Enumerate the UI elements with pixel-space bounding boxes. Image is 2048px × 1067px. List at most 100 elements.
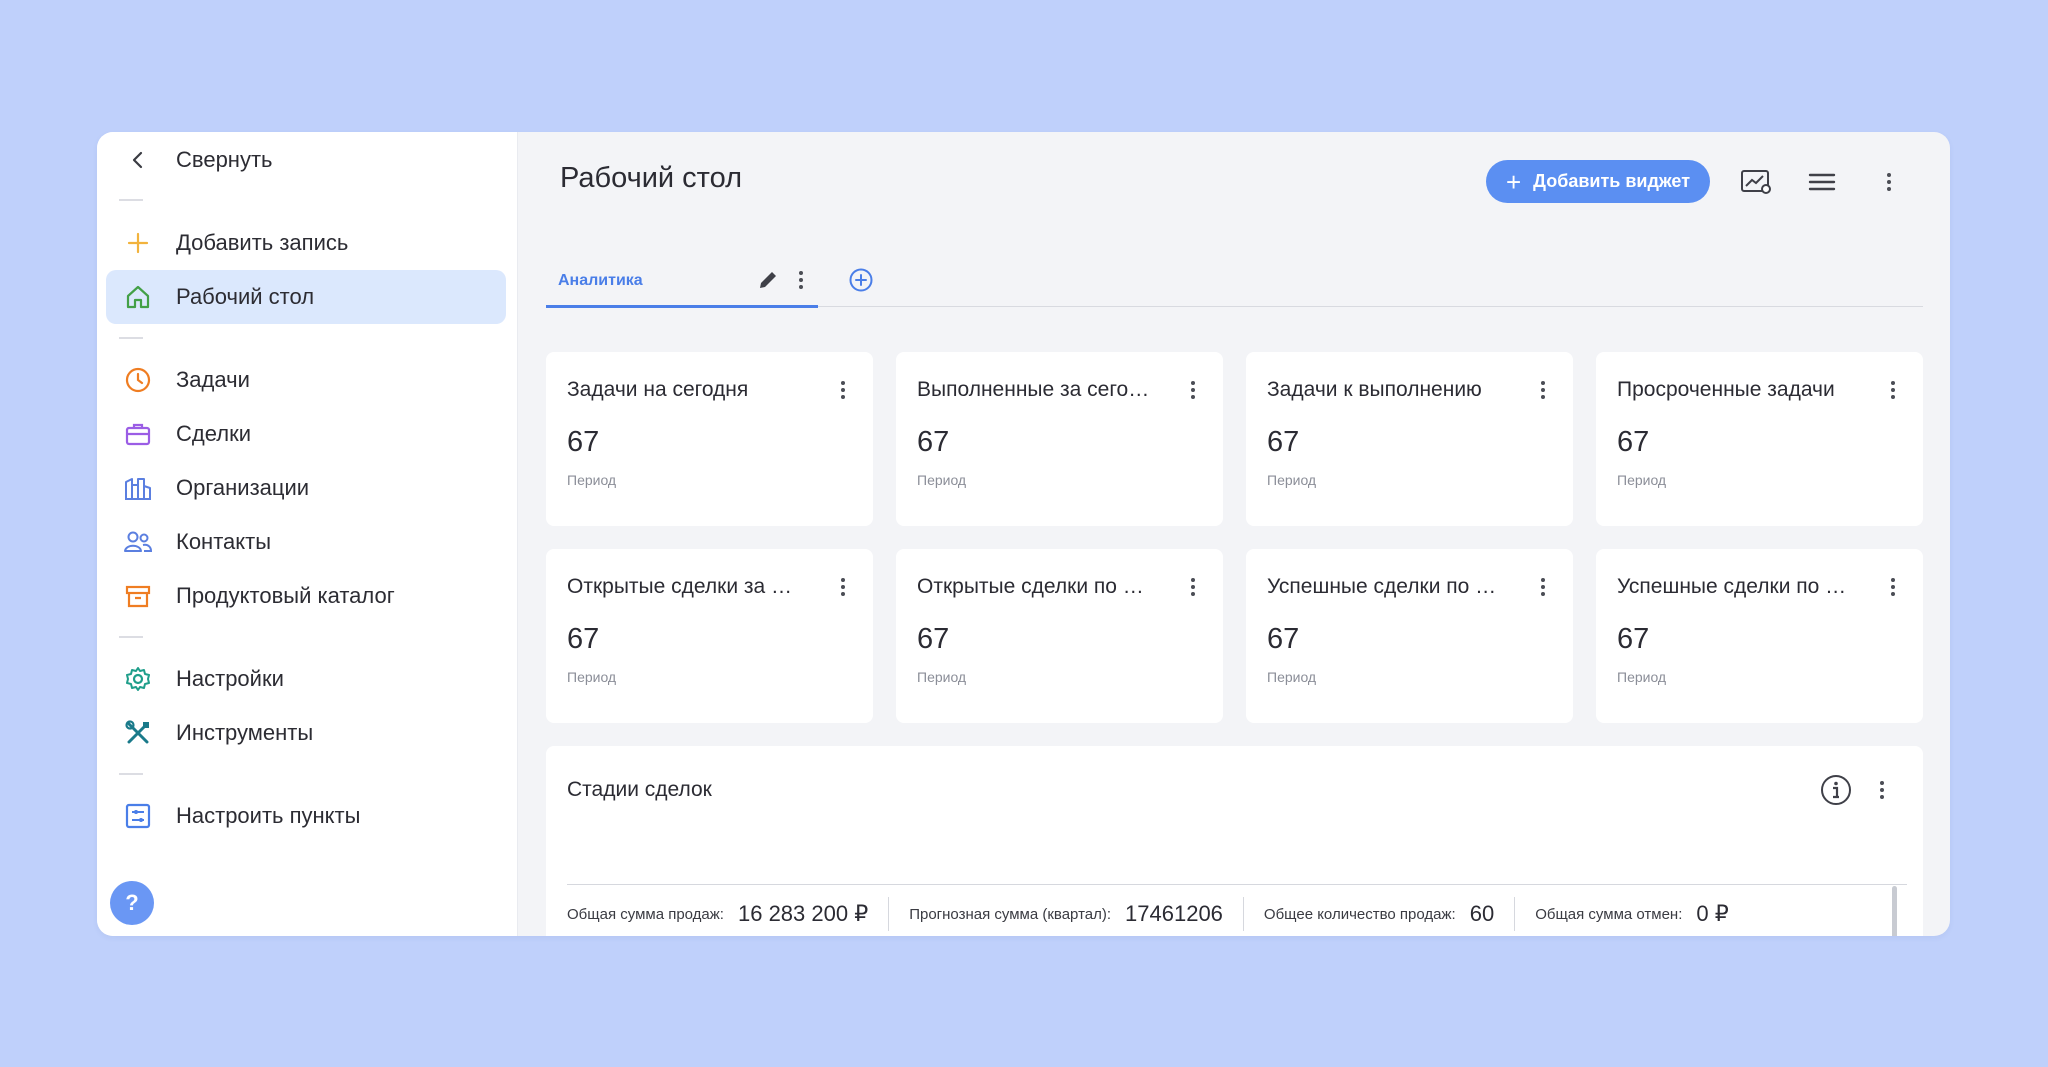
buildings-icon	[110, 474, 166, 502]
widget-value: 67	[1617, 623, 1650, 655]
widget-card[interactable]: Задачи на сегодня 67 Период	[546, 352, 873, 526]
sidebar-item-contacts[interactable]: Контакты	[106, 515, 506, 569]
widget-title: Просроченные задачи	[1617, 378, 1835, 401]
widget-title: Задачи к выполнению	[1267, 378, 1482, 401]
widget-title: Открытые сделки по …	[917, 575, 1144, 598]
divider	[119, 636, 143, 638]
tab-more-icon[interactable]	[791, 268, 811, 292]
widget-more-icon[interactable]	[1183, 575, 1203, 599]
summary-value: 16 283 200 ₽	[737, 901, 869, 926]
widget-period: Период	[917, 472, 967, 488]
sidebar-item-label: Организации	[176, 475, 310, 500]
widget-value: 67	[1267, 426, 1300, 458]
divider	[119, 199, 143, 201]
main-content: Рабочий стол + Добавить виджет Аналитика	[518, 132, 1950, 936]
widget-card[interactable]: Просроченные задачи 67 Период	[1596, 352, 1923, 526]
summary-value: 17461206	[1125, 901, 1223, 926]
summary-label: Общее количество продаж:	[1263, 905, 1456, 923]
widget-value: 67	[917, 623, 950, 655]
widget-more-icon[interactable]	[1872, 774, 1892, 806]
chevron-left-icon	[110, 150, 166, 170]
summary-total-sales: Общая сумма продаж: 16 283 200 ₽	[567, 901, 868, 927]
summary-sales-count: Общее количество продаж: 60	[1264, 901, 1494, 927]
widget-value: 67	[567, 426, 600, 458]
people-icon	[110, 528, 166, 556]
summary-value: 0 ₽	[1696, 901, 1729, 926]
widget-value: 67	[1267, 623, 1300, 655]
menu-icon[interactable]	[1802, 162, 1842, 202]
widget-card[interactable]: Открытые сделки за … 67 Период	[546, 549, 873, 723]
tab-analytics[interactable]: Аналитика	[546, 260, 818, 308]
summary-value: 60	[1469, 901, 1495, 926]
sidebar-item-label: Задачи	[176, 367, 250, 392]
add-record-button[interactable]: Добавить запись	[106, 216, 506, 270]
widget-card[interactable]: Успешные сделки по … 67 Период	[1596, 549, 1923, 723]
divider	[1514, 897, 1516, 931]
sidebar-item-organizations[interactable]: Организации	[106, 461, 506, 515]
sidebar-item-tools[interactable]: Инструменты	[106, 706, 506, 760]
widget-card[interactable]: Успешные сделки по … 67 Период	[1246, 549, 1573, 723]
sidebar: Свернуть Добавить запись Рабочий стол За…	[97, 132, 518, 936]
widget-period: Период	[1267, 472, 1317, 488]
summary-label: Общая сумма отмен:	[1535, 905, 1683, 923]
widget-more-icon[interactable]	[1533, 378, 1553, 402]
widget-value: 67	[567, 623, 600, 655]
widget-more-icon[interactable]	[1883, 378, 1903, 402]
sliders-icon	[110, 802, 166, 830]
sidebar-item-label: Рабочий стол	[176, 284, 315, 309]
sidebar-item-label: Продуктовый каталог	[176, 583, 395, 608]
add-widget-button[interactable]: + Добавить виджет	[1486, 160, 1710, 203]
plus-icon	[110, 231, 166, 255]
widget-title: Успешные сделки по …	[1267, 575, 1497, 598]
widget-more-icon[interactable]	[833, 575, 853, 599]
info-icon[interactable]	[1820, 774, 1852, 811]
sidebar-item-label: Сделки	[176, 421, 251, 446]
widget-title: Стадии сделок	[567, 778, 712, 801]
tools-icon	[110, 719, 166, 747]
sidebar-item-product-catalog[interactable]: Продуктовый каталог	[106, 569, 506, 623]
widget-more-icon[interactable]	[1883, 575, 1903, 599]
widget-period: Период	[917, 669, 967, 685]
widget-card[interactable]: Выполненные за сего… 67 Период	[896, 352, 1223, 526]
more-vertical-icon[interactable]	[1869, 162, 1909, 202]
tab-label: Аналитика	[558, 272, 643, 289]
sidebar-item-settings[interactable]: Настройки	[106, 652, 506, 706]
divider	[1242, 897, 1244, 931]
scrollbar[interactable]	[1892, 886, 1897, 936]
divider	[119, 337, 143, 339]
chart-settings-icon[interactable]	[1736, 162, 1776, 202]
add-widget-label: Добавить виджет	[1533, 171, 1691, 191]
widget-more-icon[interactable]	[1183, 378, 1203, 402]
widget-more-icon[interactable]	[833, 378, 853, 402]
briefcase-icon	[110, 420, 166, 448]
add-tab-icon[interactable]	[841, 260, 881, 300]
summary-row: Общая сумма продаж: 16 283 200 ₽ Прогноз…	[567, 896, 1729, 932]
divider	[888, 897, 890, 931]
widget-card[interactable]: Открытые сделки по … 67 Период	[896, 549, 1223, 723]
sidebar-item-desktop[interactable]: Рабочий стол	[106, 270, 506, 324]
archive-box-icon	[110, 582, 166, 610]
help-button[interactable]: ?	[110, 881, 154, 925]
plus-icon: +	[1505, 166, 1522, 197]
sidebar-item-deals[interactable]: Сделки	[106, 407, 506, 461]
sidebar-item-tasks[interactable]: Задачи	[106, 353, 506, 407]
widget-title: Открытые сделки за …	[567, 575, 793, 598]
widget-card[interactable]: Задачи к выполнению 67 Период	[1246, 352, 1573, 526]
summary-cancellations: Общая сумма отмен: 0 ₽	[1535, 901, 1729, 927]
widget-period: Период	[1617, 472, 1667, 488]
pencil-icon[interactable]	[756, 268, 780, 297]
sidebar-item-label: Контакты	[176, 529, 272, 554]
summary-forecast: Прогнозная сумма (квартал): 17461206	[909, 901, 1223, 927]
page-title: Рабочий стол	[560, 162, 743, 194]
divider	[567, 884, 1907, 885]
add-record-label: Добавить запись	[176, 230, 349, 255]
app-window: Свернуть Добавить запись Рабочий стол За…	[97, 132, 1950, 936]
sidebar-item-label: Инструменты	[176, 720, 314, 745]
sidebar-item-configure[interactable]: Настроить пункты	[106, 789, 506, 843]
widget-more-icon[interactable]	[1533, 575, 1553, 599]
deal-stages-widget: Стадии сделок Общая сумма продаж: 16 283…	[546, 746, 1923, 936]
widget-period: Период	[1617, 669, 1667, 685]
collapse-label: Свернуть	[176, 147, 273, 172]
widget-period: Период	[567, 669, 617, 685]
collapse-button[interactable]: Свернуть	[106, 133, 506, 187]
